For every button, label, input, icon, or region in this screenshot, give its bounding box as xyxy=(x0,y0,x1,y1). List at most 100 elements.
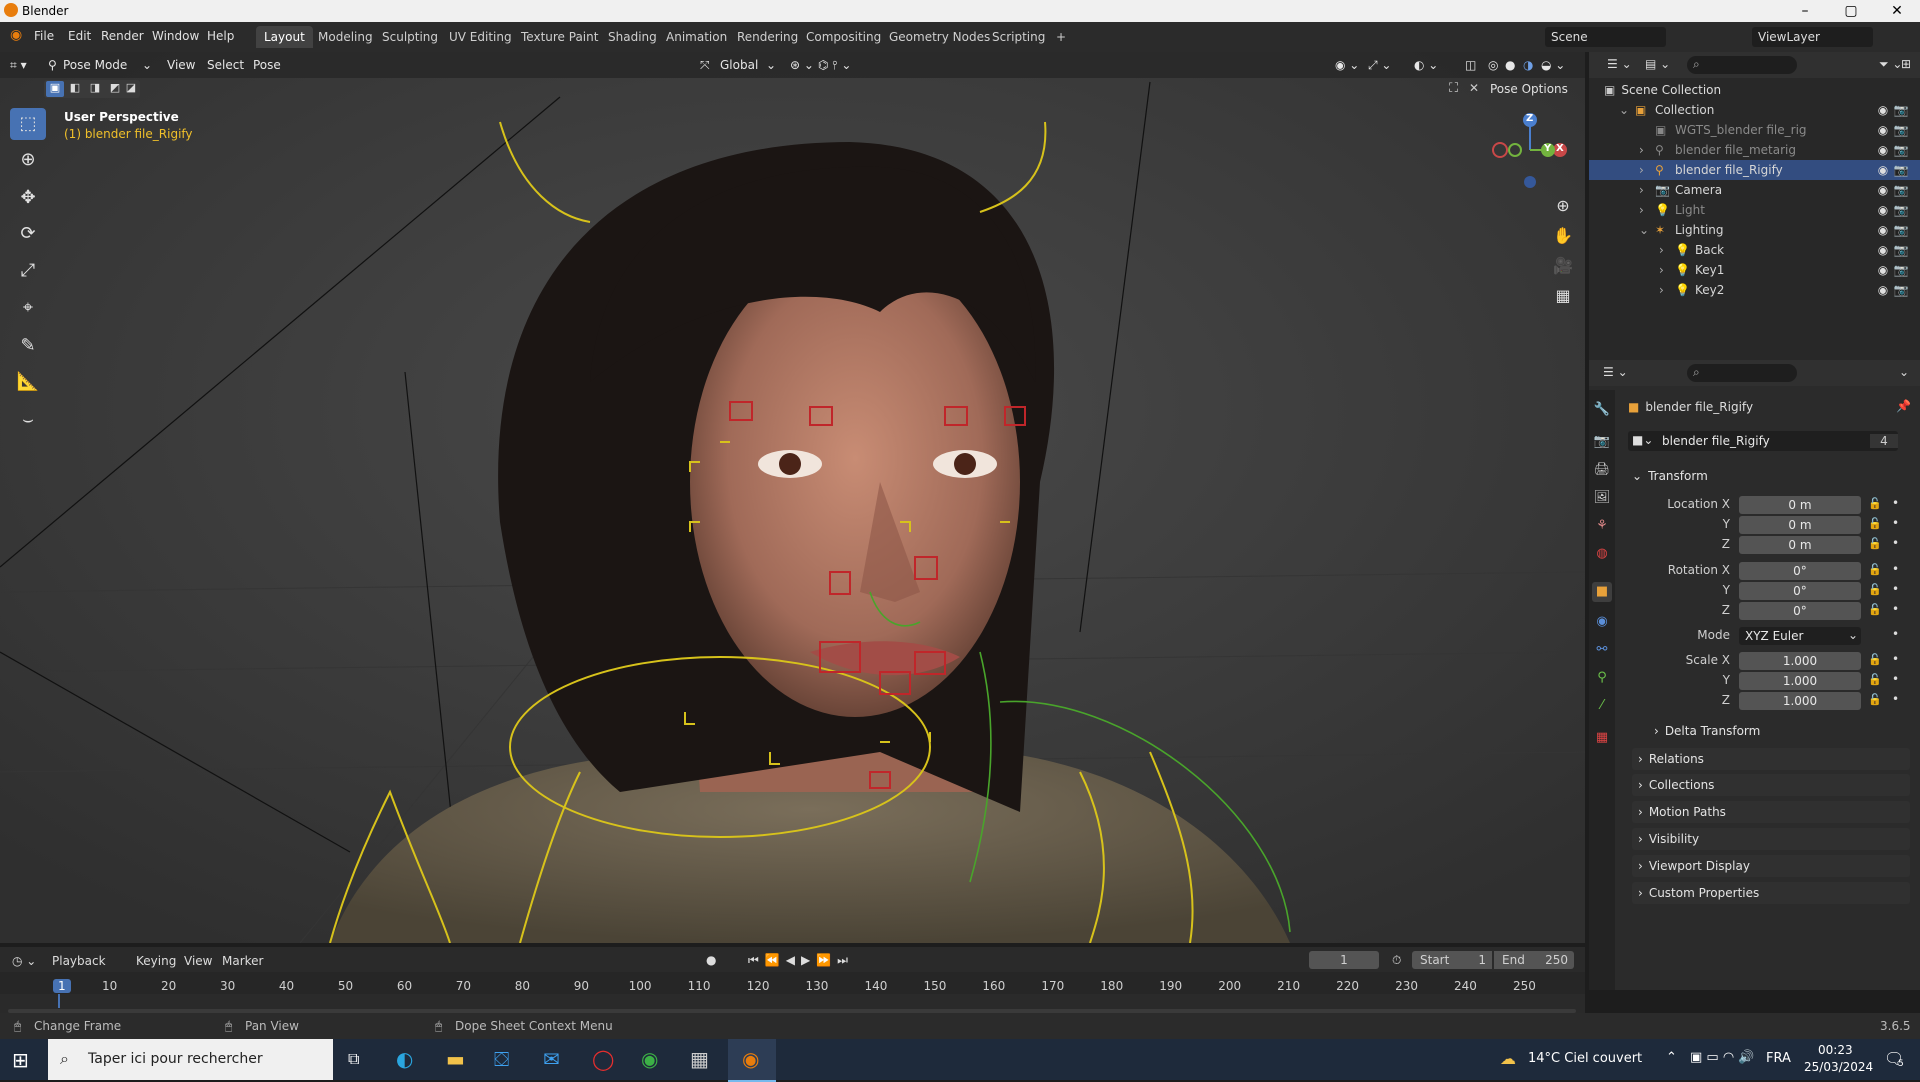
outliner-row[interactable]: › 💡 Key2 ◉ 📷 xyxy=(1589,280,1920,300)
panel-motion-paths[interactable]: › Motion Paths xyxy=(1632,801,1910,823)
menu-render[interactable]: Render xyxy=(101,29,144,43)
render-camera-icon[interactable]: 📷 xyxy=(1893,260,1909,280)
tool-tab-icon[interactable]: 🔧 xyxy=(1592,400,1612,420)
app-icon[interactable]: ▦ xyxy=(690,1047,709,1071)
close-button[interactable]: ✕ xyxy=(1874,0,1920,22)
material-shading-icon[interactable]: ◑ xyxy=(1523,58,1533,72)
task-view-icon[interactable]: ⧉ xyxy=(348,1049,359,1069)
scene-selector[interactable]: Scene xyxy=(1545,27,1666,47)
camera-view-icon[interactable]: 🎥 xyxy=(1550,253,1576,279)
expand-chevron-icon[interactable]: › xyxy=(1639,200,1644,220)
tab-uv-editing[interactable]: UV Editing xyxy=(441,26,520,48)
constraints-tab-icon[interactable]: ⚯ xyxy=(1592,640,1612,660)
maximize-button[interactable]: ▢ xyxy=(1828,0,1874,22)
wireframe-shading-icon[interactable]: ◎ xyxy=(1488,58,1498,72)
select-extend-icon[interactable]: ◧ xyxy=(66,81,84,97)
scene-tab-icon[interactable]: ⚘ xyxy=(1592,516,1612,536)
expand-chevron-icon[interactable]: › xyxy=(1639,140,1644,160)
output-tab-icon[interactable]: 🖨 xyxy=(1592,460,1612,480)
zoom-icon[interactable]: ⊕ xyxy=(1550,193,1576,219)
render-camera-icon[interactable]: 📷 xyxy=(1893,100,1909,120)
display-mode-icon[interactable]: ▤ ⌄ xyxy=(1645,57,1670,71)
scene-collection-row[interactable]: ▣ Scene Collection xyxy=(1604,80,1904,100)
lock-icon[interactable]: 🔓 xyxy=(1868,693,1882,706)
keyframe-dot-icon[interactable]: • xyxy=(1892,516,1899,530)
keyframe-dot-icon[interactable]: • xyxy=(1892,582,1899,596)
tab-layout[interactable]: Layout xyxy=(256,26,313,48)
scale-z-field[interactable]: 1.000 xyxy=(1739,692,1861,710)
tray-chevron-up-icon[interactable]: ⌃ xyxy=(1666,1050,1677,1065)
timeline-editor-type-icon[interactable]: ◷ ⌄ xyxy=(12,954,36,968)
pose-options-dropdown[interactable]: Pose Options xyxy=(1490,80,1576,98)
mirror-x-icon[interactable]: ✕ xyxy=(1469,81,1479,95)
eye-icon[interactable]: ◉ xyxy=(1875,120,1891,140)
panel-visibility[interactable]: › Visibility xyxy=(1632,828,1910,850)
outliner-row[interactable]: › 📷 Camera ◉ 📷 xyxy=(1589,180,1920,200)
location-y-field[interactable]: 0 m xyxy=(1739,516,1861,534)
panel-delta-transform[interactable]: › Delta Transform xyxy=(1648,720,1910,742)
lock-icon[interactable]: 🔓 xyxy=(1868,497,1882,510)
lock-icon[interactable]: 🔓 xyxy=(1868,537,1882,550)
start-frame-field[interactable]: Start 1 xyxy=(1412,951,1492,969)
eye-icon[interactable]: ◉ xyxy=(1875,160,1891,180)
clock-date[interactable]: 25/03/2024 xyxy=(1804,1060,1873,1074)
tab-geometry-nodes[interactable]: Geometry Nodes xyxy=(881,26,998,48)
expand-chevron-icon[interactable]: ⌄ xyxy=(1619,100,1629,120)
menu-window[interactable]: Window xyxy=(152,29,199,43)
physics-tab-icon[interactable]: ◉ xyxy=(1592,612,1612,632)
transform-orientation-selector[interactable]: Global xyxy=(720,58,758,72)
tray-icons[interactable]: ▣ ▭ ◠ 🔊 xyxy=(1690,1050,1755,1065)
scale-y-field[interactable]: 1.000 xyxy=(1739,672,1861,690)
minimize-button[interactable]: – xyxy=(1782,0,1828,22)
chrome-icon[interactable]: ◉ xyxy=(641,1047,658,1071)
expand-chevron-icon[interactable]: › xyxy=(1659,280,1664,300)
menu-playback[interactable]: Playback xyxy=(52,954,106,968)
eye-icon[interactable]: ◉ xyxy=(1875,200,1891,220)
menu-edit[interactable]: Edit xyxy=(68,29,91,43)
expand-chevron-icon[interactable]: › xyxy=(1639,160,1644,180)
rotation-z-field[interactable]: 0° xyxy=(1739,602,1861,620)
rotation-x-field[interactable]: 0° xyxy=(1739,562,1861,580)
expand-chevron-icon[interactable]: › xyxy=(1659,260,1664,280)
store-icon[interactable]: ⛋ xyxy=(494,1047,509,1071)
overlay-toggle-icon[interactable]: ◐ ⌄ xyxy=(1414,58,1438,72)
render-camera-icon[interactable]: 📷 xyxy=(1893,180,1909,200)
bone-size-tool[interactable]: ⌣ xyxy=(10,404,46,436)
data-block-selector[interactable]: ■⌄ blender file_Rigify 4 xyxy=(1628,431,1898,451)
timeline-menu-view[interactable]: View xyxy=(184,954,212,968)
lock-icon[interactable]: 🔓 xyxy=(1868,583,1882,596)
lock-icon[interactable]: 🔓 xyxy=(1868,673,1882,686)
outliner-row[interactable]: › 💡 Back ◉ 📷 xyxy=(1589,240,1920,260)
render-camera-icon[interactable]: 📷 xyxy=(1893,140,1909,160)
file-explorer-icon[interactable]: ▬ xyxy=(446,1047,465,1071)
eye-icon[interactable]: ◉ xyxy=(1875,280,1891,300)
view-layer-selector[interactable]: ViewLayer xyxy=(1752,27,1873,47)
render-camera-icon[interactable]: 📷 xyxy=(1893,120,1909,140)
opera-icon[interactable]: ◯ xyxy=(592,1047,614,1071)
measure-tool[interactable]: 📐 xyxy=(10,366,46,398)
outliner-editor-type-icon[interactable]: ☰ ⌄ xyxy=(1607,57,1632,71)
weather-icon[interactable]: ☁ xyxy=(1500,1049,1516,1068)
outliner-row[interactable]: › 💡 Light ◉ 📷 xyxy=(1589,200,1920,220)
keyframe-dot-icon[interactable]: • xyxy=(1892,602,1899,616)
expand-chevron-icon[interactable]: › xyxy=(1639,180,1644,200)
view-layer-tab-icon[interactable]: 🖼 xyxy=(1592,488,1612,508)
preview-range-clock-icon[interactable]: ⏱ xyxy=(1392,953,1401,968)
mail-icon[interactable]: ✉ xyxy=(543,1047,560,1071)
keyframe-dot-icon[interactable]: • xyxy=(1892,536,1899,550)
playhead-line[interactable] xyxy=(58,994,60,1008)
tab-animation[interactable]: Animation xyxy=(658,26,735,48)
taskbar-search-input[interactable]: ⌕ Taper ici pour rechercher xyxy=(48,1039,333,1080)
rendered-shading-icon[interactable]: ◒ ⌄ xyxy=(1541,58,1565,72)
current-frame-field[interactable]: 1 xyxy=(1309,951,1379,969)
lock-icon[interactable]: 🔓 xyxy=(1868,653,1882,666)
select-subtract-icon[interactable]: ◨ xyxy=(86,81,104,97)
rotation-mode-chevron-down-icon[interactable]: ⌄ xyxy=(1848,628,1858,642)
expand-chevron-icon[interactable]: › xyxy=(1659,240,1664,260)
props-options-chevron-down-icon[interactable]: ⌄ xyxy=(1899,365,1909,379)
tab-shading[interactable]: Shading xyxy=(600,26,665,48)
select-new-icon[interactable]: ▣ xyxy=(46,81,64,97)
select-box-tool[interactable]: ⬚ xyxy=(10,108,46,140)
outliner-row[interactable]: › ⚲ blender file_Rigify ◉ 📷 xyxy=(1589,160,1920,180)
keyframe-dot-icon[interactable]: • xyxy=(1892,562,1899,576)
